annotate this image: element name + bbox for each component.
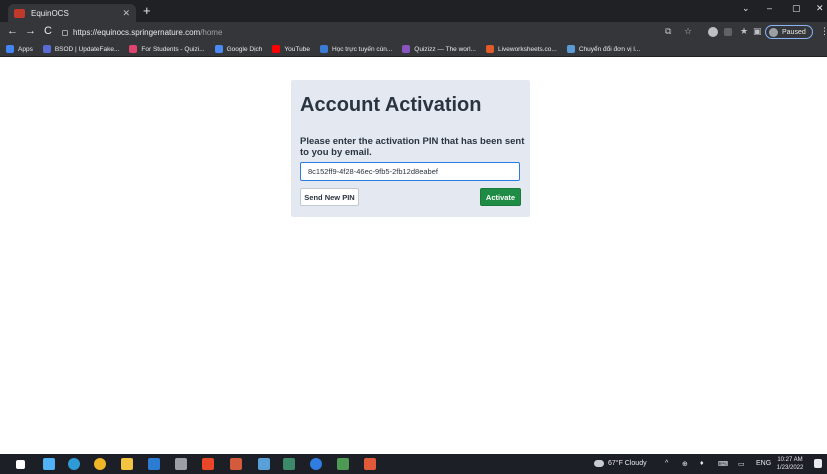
bookmark-label: BSOD | UpdateFake...: [54, 45, 120, 53]
converter-icon: [566, 45, 575, 53]
image-icon: [319, 45, 328, 53]
extension-icon-2[interactable]: [724, 28, 732, 36]
keyboard-icon[interactable]: ⌨: [718, 460, 728, 468]
clock-time: 10:27 AM: [777, 457, 803, 463]
address-bar[interactable]: https://equinocs.springernature.com/home: [62, 25, 662, 39]
bookmark-label: Học trực tuyến cùn...: [331, 45, 393, 53]
active-chrome-icon[interactable]: [283, 458, 295, 470]
bookmark-label: Chuyển đổi đơn vị l...: [578, 45, 641, 53]
bookmark-label: Google Dịch: [226, 45, 263, 53]
bookmark-quizizz-students[interactable]: For Students - Quizi...: [129, 45, 205, 53]
bsod-icon: [42, 45, 51, 53]
bookmark-label: Apps: [18, 45, 33, 53]
chrome-icon[interactable]: [94, 458, 106, 470]
send-new-pin-button[interactable]: Send New PIN: [300, 188, 359, 206]
teams-icon[interactable]: [175, 458, 187, 470]
page-title: Account Activation: [300, 94, 482, 116]
tab-search-icon[interactable]: ⌄: [742, 3, 750, 14]
side-panel-icon[interactable]: ▣: [753, 26, 762, 37]
bookmark-label: For Students - Quizi...: [141, 45, 205, 53]
browser-tab[interactable]: EquinOCS ✕: [8, 4, 136, 22]
bookmark-youtube[interactable]: YouTube: [272, 45, 310, 53]
bookmark-quizizz[interactable]: Quizizz — The worl...: [402, 45, 476, 53]
avatar: [769, 27, 778, 37]
equinocs-favicon-icon: [14, 8, 25, 18]
bookmark-bsod[interactable]: BSOD | UpdateFake...: [42, 45, 120, 53]
notifications-icon[interactable]: [814, 459, 822, 468]
search-icon[interactable]: [43, 458, 55, 470]
url-path: /home: [200, 27, 223, 37]
back-button[interactable]: ←: [7, 25, 18, 37]
bookmark-unit-converter[interactable]: Chuyển đổi đơn vị l...: [566, 45, 641, 53]
edge-icon[interactable]: [68, 458, 80, 470]
bookmark-apps[interactable]: Apps: [6, 45, 33, 53]
quizizz-icon: [129, 45, 138, 53]
clock-date: 1/23/2022: [776, 465, 804, 471]
word-icon[interactable]: [148, 458, 160, 470]
lock-icon: [62, 30, 68, 36]
bookmark-star-icon[interactable]: ☆: [684, 26, 692, 37]
url-text: https://equinocs.springernature.com/home: [73, 28, 222, 37]
extension-icon[interactable]: [708, 27, 718, 37]
minimize-button[interactable]: –: [767, 3, 772, 13]
weather-status[interactable]: 67°F Cloudy: [608, 460, 647, 467]
paint-icon[interactable]: [202, 458, 214, 470]
activation-prompt: Please enter the activation PIN that has…: [300, 136, 525, 158]
clock[interactable]: 10:27 AM 1/23/2022: [772, 456, 808, 472]
google-translate-icon: [214, 45, 223, 53]
close-tab-icon[interactable]: ✕: [122, 8, 130, 19]
file-explorer-icon[interactable]: [121, 458, 133, 470]
bookmark-hoc-truc-tuyen[interactable]: Học trực tuyến cùn...: [319, 45, 393, 53]
app-icon-2[interactable]: [258, 458, 270, 470]
browser-title-bar: EquinOCS ✕ + ⌄ – ▢ ✕: [0, 0, 827, 22]
cloud-icon: [594, 460, 604, 467]
app-icon-4[interactable]: [364, 458, 376, 470]
quizizz-icon: [402, 45, 411, 53]
bookmark-label: YouTube: [284, 45, 310, 53]
new-tab-button[interactable]: +: [143, 4, 151, 18]
tray-overflow-icon[interactable]: ^: [665, 460, 668, 467]
language-indicator[interactable]: ENG: [756, 460, 771, 467]
battery-icon[interactable]: ▭: [738, 460, 745, 468]
liveworksheets-icon: [485, 45, 494, 53]
bookmark-label: Liveworksheets.co...: [497, 45, 557, 53]
bookmarks-bar: Apps BSOD | UpdateFake... For Students -…: [0, 42, 827, 57]
bookmark-liveworksheets[interactable]: Liveworksheets.co...: [485, 45, 557, 53]
app-icon-3[interactable]: [337, 458, 349, 470]
forward-button[interactable]: →: [25, 25, 36, 37]
browser-icon[interactable]: [310, 458, 322, 470]
apps-grid-icon: [6, 45, 14, 53]
profile-status: Paused: [782, 28, 806, 36]
extensions-puzzle-icon[interactable]: ★: [740, 26, 748, 37]
app-icon[interactable]: [230, 458, 242, 470]
bookmark-google-translate[interactable]: Google Dịch: [214, 45, 263, 53]
youtube-icon: [272, 45, 281, 53]
windows-taskbar: 67°F Cloudy ^ ⊕ ♦ ⌨ ▭ ENG 10:27 AM 1/23/…: [0, 454, 827, 474]
volume-icon[interactable]: ♦: [700, 460, 704, 467]
browser-menu-icon[interactable]: ⋮: [820, 26, 827, 37]
maximize-button[interactable]: ▢: [792, 3, 801, 14]
url-host: https://equinocs.springernature.com: [73, 27, 201, 37]
close-window-button[interactable]: ✕: [816, 3, 824, 14]
activate-button[interactable]: Activate: [480, 188, 521, 206]
browser-toolbar: ← → C https://equinocs.springernature.co…: [0, 22, 827, 42]
bookmark-label: Quizizz — The worl...: [414, 45, 476, 53]
windows-start-icon[interactable]: [16, 460, 25, 469]
profile-button[interactable]: Paused: [765, 25, 813, 39]
reload-button[interactable]: C: [44, 25, 52, 37]
network-icon[interactable]: ⊕: [682, 460, 688, 468]
activation-pin-input[interactable]: [300, 162, 520, 181]
tab-title: EquinOCS: [31, 8, 69, 18]
share-icon[interactable]: ⧉: [665, 26, 671, 37]
